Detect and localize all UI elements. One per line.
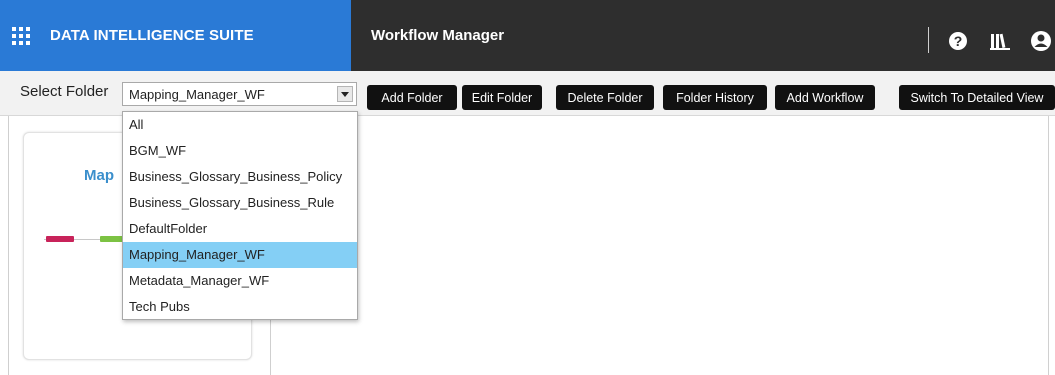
folder-select-value: Mapping_Manager_WF [129, 87, 265, 102]
folder-option-business-policy[interactable]: Business_Glossary_Business_Policy [123, 164, 357, 190]
workflow-node-start [46, 236, 74, 242]
workflow-card-title[interactable]: Map [84, 167, 114, 184]
page-title: Workflow Manager [371, 27, 505, 44]
folder-option-default[interactable]: DefaultFolder [123, 216, 357, 242]
header-divider [928, 27, 929, 53]
brand-area[interactable]: DATA INTELLIGENCE SUITE [0, 0, 351, 71]
folder-option-metadata-manager[interactable]: Metadata_Manager_WF [123, 268, 357, 294]
user-icon[interactable] [1030, 31, 1052, 51]
folder-option-business-rule[interactable]: Business_Glossary_Business_Rule [123, 190, 357, 216]
delete-folder-button[interactable]: Delete Folder [556, 85, 654, 110]
folder-toolbar: Select Folder Mapping_Manager_WF Add Fol… [0, 71, 1055, 116]
folder-option-mapping-manager[interactable]: Mapping_Manager_WF [123, 242, 357, 268]
select-folder-label: Select Folder [20, 83, 109, 100]
folder-option-bgm-wf[interactable]: BGM_WF [123, 138, 357, 164]
switch-view-button[interactable]: Switch To Detailed View [899, 85, 1055, 110]
svg-text:?: ? [954, 33, 963, 49]
folder-option-tech-pubs[interactable]: Tech Pubs [123, 294, 357, 320]
brand-title: DATA INTELLIGENCE SUITE [50, 27, 254, 44]
content-right-border [1048, 116, 1049, 375]
edit-folder-button[interactable]: Edit Folder [462, 85, 542, 110]
library-icon[interactable] [990, 31, 1010, 51]
folder-dropdown-list[interactable]: All BGM_WF Business_Glossary_Business_Po… [122, 111, 358, 320]
apps-grid-icon[interactable] [12, 26, 30, 45]
folder-option-all[interactable]: All [123, 112, 357, 138]
add-workflow-button[interactable]: Add Workflow [775, 85, 875, 110]
top-bar: DATA INTELLIGENCE SUITE Workflow Manager… [0, 0, 1055, 71]
add-folder-button[interactable]: Add Folder [367, 85, 457, 110]
help-icon[interactable]: ? [948, 31, 968, 51]
folder-history-button[interactable]: Folder History [663, 85, 767, 110]
folder-select[interactable]: Mapping_Manager_WF [122, 82, 357, 106]
chevron-down-icon[interactable] [337, 86, 353, 102]
